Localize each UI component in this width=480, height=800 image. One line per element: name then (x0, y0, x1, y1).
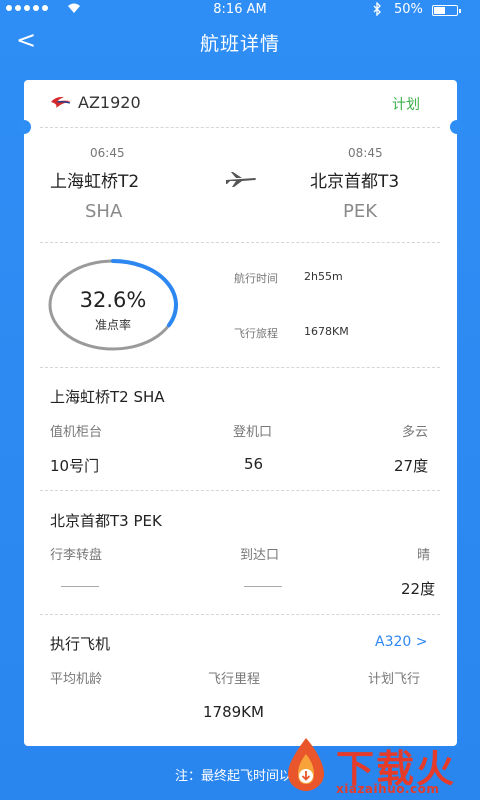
flight-duration-value: 2h55m (304, 270, 343, 283)
planned-flights-label: 计划飞行 (368, 672, 421, 687)
checkin-counter-label: 值机柜台 (50, 425, 103, 440)
departure-airport-name: 上海虹桥T2 (50, 172, 140, 192)
battery-percent: 50% (394, 2, 423, 17)
arrival-weather-label: 晴 (417, 548, 431, 563)
flight-mileage-label: 飞行里程 (208, 672, 261, 687)
departure-section-title: 上海虹桥T2 SHA (50, 388, 165, 406)
baggage-carousel-empty (61, 586, 99, 587)
boarding-gate-value: 56 (244, 455, 264, 473)
avg-aircraft-age-label: 平均机龄 (50, 672, 103, 687)
flight-mileage-value: 1789KM (203, 703, 264, 721)
arrival-code: PEK (343, 201, 378, 222)
arrival-temperature-value: 22度 (401, 580, 436, 598)
flight-duration-label: 航行时间 (234, 272, 278, 285)
ticket-notch-left (17, 120, 31, 134)
divider (40, 242, 440, 243)
flight-status-badge: 计划 (392, 97, 420, 113)
aircraft-model-link[interactable]: A320 > (375, 634, 427, 650)
battery-icon (432, 5, 461, 16)
flight-distance-value: 1678KM (304, 325, 349, 338)
aircraft-section-title: 执行飞机 (50, 635, 111, 653)
punctuality-value: 32.6% (79, 288, 147, 312)
watermark-url: xiazaihuo.com (336, 782, 440, 796)
departure-weather-label: 多云 (402, 425, 429, 440)
page-title: 航班详情 (199, 33, 280, 55)
arrival-time: 08:45 (348, 146, 383, 160)
battery-fill (434, 7, 445, 14)
checkin-counter-value: 10号门 (50, 457, 100, 475)
nav-bar: < 航班详情 (0, 20, 480, 64)
arrival-airport-name: 北京首都T3 (310, 172, 400, 192)
departure-time: 06:45 (90, 146, 125, 160)
baggage-carousel-label: 行李转盘 (50, 548, 103, 563)
divider (40, 367, 440, 368)
departure-code: SHA (85, 201, 123, 222)
divider (40, 490, 440, 491)
ticket-notch-right (450, 120, 464, 134)
departure-temperature-value: 27度 (394, 457, 429, 475)
divider (40, 614, 440, 615)
bluetooth-icon (372, 1, 382, 20)
airline-logo-icon (51, 96, 71, 108)
arrival-section-title: 北京首都T3 PEK (50, 512, 162, 530)
plane-icon (226, 172, 256, 187)
divider (40, 127, 440, 128)
arrival-exit-empty (244, 586, 282, 587)
watermark-flame-icon (288, 738, 324, 791)
punctuality-label: 准点率 (94, 318, 131, 332)
boarding-gate-label: 登机口 (233, 425, 273, 440)
flight-number: AZ1920 (78, 93, 141, 112)
status-bar: 8:16 AM 50% (0, 0, 480, 20)
flight-distance-label: 飞行旅程 (234, 327, 278, 340)
arrival-exit-label: 到达口 (240, 548, 280, 563)
